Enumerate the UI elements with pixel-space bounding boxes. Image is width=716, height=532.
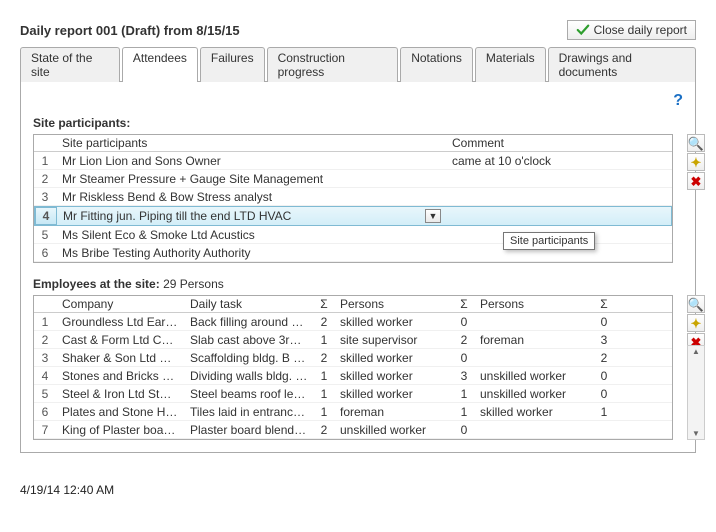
status-time: 4/19/14 12:40 AM (20, 483, 696, 497)
col-sigma3[interactable]: Σ (594, 296, 614, 312)
close-button-label: Close daily report (594, 23, 687, 37)
col-comment[interactable]: Comment (446, 135, 672, 151)
col-sigma[interactable]: Σ (314, 296, 334, 312)
col-persons2[interactable]: Persons (474, 296, 594, 312)
help-icon[interactable]: ? (33, 92, 683, 110)
col-participant[interactable]: Site participants (56, 135, 446, 151)
add-icon[interactable]: ✦ (687, 314, 705, 332)
participants-label: Site participants: (33, 116, 683, 130)
participant-row[interactable]: 2 Mr Steamer Pressure + Gauge Site Manag… (34, 170, 672, 188)
add-icon[interactable]: ✦ (687, 153, 705, 171)
tab-failures[interactable]: Failures (200, 47, 265, 82)
participant-dropdown[interactable]: ▼ (425, 209, 441, 223)
employee-row[interactable]: 7King of Plaster board…Plaster board ble… (34, 421, 672, 439)
participant-row[interactable]: 3 Mr Riskless Bend & Bow Stress analyst (34, 188, 672, 206)
tab-drawings[interactable]: Drawings and documents (548, 47, 696, 82)
tab-state[interactable]: State of the site (20, 47, 120, 82)
employee-row[interactable]: 2Cast & Form Ltd Co…Slab cast above 3rd … (34, 331, 672, 349)
delete-icon[interactable]: ✖ (687, 172, 705, 190)
attendees-panel: ? Site participants: Site participants C… (20, 82, 696, 453)
employee-row[interactable]: 1Groundless Ltd Eart…Back filling around… (34, 313, 672, 331)
tab-materials[interactable]: Materials (475, 47, 546, 82)
employee-row[interactable]: 4Stones and Bricks Lt…Dividing walls bld… (34, 367, 672, 385)
tab-progress[interactable]: Construction progress (267, 47, 399, 82)
col-task[interactable]: Daily task (184, 296, 314, 312)
participant-row-selected[interactable]: 4 Mr Fitting jun. Piping till the end LT… (34, 206, 672, 226)
tab-attendees[interactable]: Attendees (122, 47, 198, 82)
employees-grid: Company Daily task Σ Persons Σ Persons Σ… (33, 295, 673, 440)
tooltip: Site participants (503, 232, 595, 250)
tab-bar: State of the site Attendees Failures Con… (20, 46, 696, 82)
col-sigma2[interactable]: Σ (454, 296, 474, 312)
employees-label: Employees at the site: 29 Persons (33, 277, 683, 291)
checkmark-icon (576, 23, 590, 37)
tab-notations[interactable]: Notations (400, 47, 473, 82)
employee-row[interactable]: 3Shaker & Son Ltd Sc…Scaffolding bldg. B… (34, 349, 672, 367)
scrollbar[interactable] (687, 345, 705, 440)
col-company[interactable]: Company (56, 296, 184, 312)
col-persons[interactable]: Persons (334, 296, 454, 312)
employee-row[interactable]: 6Plates and Stone He…Tiles laid in entra… (34, 403, 672, 421)
employee-row[interactable]: 5Steel & Iron Ltd Stee…Steel beams roof … (34, 385, 672, 403)
close-daily-report-button[interactable]: Close daily report (567, 20, 696, 40)
zoom-icon[interactable]: 🔍 (687, 134, 705, 152)
zoom-icon[interactable]: 🔍 (687, 295, 705, 313)
page-title: Daily report 001 (Draft) from 8/15/15 (20, 23, 240, 38)
participant-row[interactable]: 1 Mr Lion Lion and Sons Owner came at 10… (34, 152, 672, 170)
col-rownum (34, 142, 56, 144)
